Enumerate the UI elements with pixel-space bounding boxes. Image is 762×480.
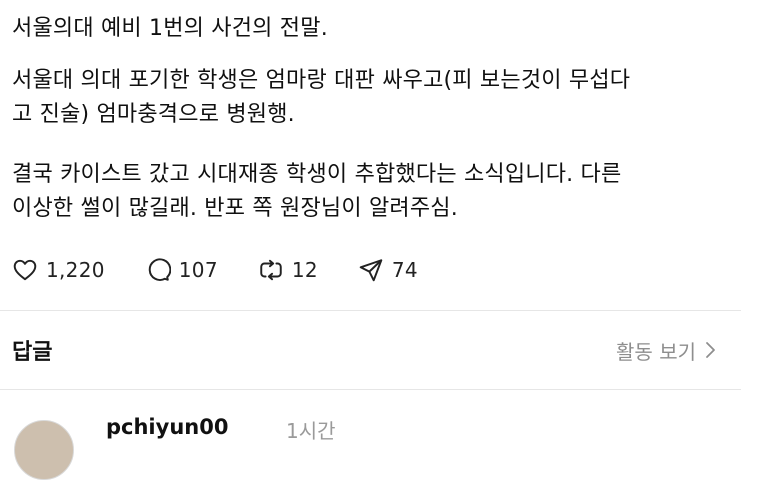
comment-bubble-icon	[148, 258, 171, 281]
send-icon	[359, 259, 383, 282]
post-actions: 1,220 107 12 74	[12, 252, 458, 288]
view-activity-label: 활동 보기	[616, 339, 696, 364]
comment-button[interactable]: 107	[145, 257, 218, 283]
like-count: 1,220	[46, 258, 105, 282]
divider	[0, 389, 741, 390]
post-paragraph-2: 서울대 의대 포기한 학생은 엄마랑 대판 싸우고(피 보는것이 무섭다 고 진…	[12, 68, 631, 127]
repost-icon	[260, 259, 282, 281]
repost-count: 12	[291, 258, 318, 282]
replies-label: 답글	[12, 340, 53, 365]
reply-timestamp: 1시간	[286, 419, 336, 443]
like-button[interactable]: 1,220	[12, 257, 105, 283]
reply-username[interactable]: pchiyun00	[106, 415, 228, 439]
share-count: 74	[391, 258, 418, 282]
replies-header: 답글 활동 보기	[12, 320, 716, 380]
avatar[interactable]	[14, 420, 74, 480]
share-button[interactable]: 74	[358, 257, 418, 283]
post-paragraph-3: 결국 카이스트 갔고 시대재종 학생이 추합했다는 소식입니다. 다른 이상한 …	[12, 162, 622, 221]
reply-item[interactable]: pchiyun00 1시간	[14, 400, 754, 480]
repost-button[interactable]: 12	[258, 257, 318, 283]
chevron-right-icon	[706, 342, 715, 358]
post-paragraph-1: 서울의대 예비 1번의 사건의 전말.	[12, 16, 328, 41]
divider	[0, 310, 741, 311]
heart-icon	[13, 259, 37, 281]
comment-count: 107	[178, 258, 218, 282]
view-activity-link[interactable]: 활동 보기	[616, 336, 716, 365]
